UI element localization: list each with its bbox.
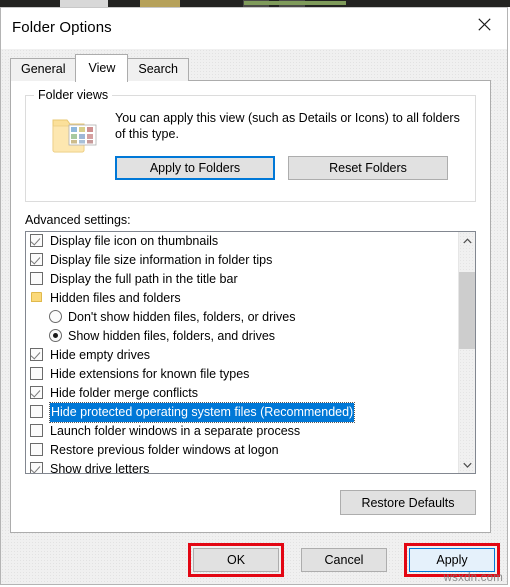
advanced-setting-label: Show hidden files, folders, and drives [68, 329, 276, 343]
desktop-chip [140, 0, 180, 7]
checkbox-unchecked-icon[interactable] [30, 272, 43, 285]
advanced-settings-scrollbar[interactable] [458, 232, 475, 473]
advanced-setting-label: Hide extensions for known file types [50, 367, 250, 381]
restore-defaults-button[interactable]: Restore Defaults [340, 490, 476, 515]
advanced-setting-label: Display file size information in folder … [50, 253, 273, 267]
checkbox-checked-icon[interactable] [30, 253, 43, 266]
advanced-setting-label: Restore previous folder windows at logon [50, 443, 279, 457]
watermark: wsxdn.com [443, 572, 503, 584]
advanced-settings-viewport: Display file icon on thumbnails Display f… [26, 232, 458, 473]
advanced-setting-label: Hide protected operating system files (R… [48, 402, 356, 423]
checkbox-checked-icon[interactable] [30, 234, 43, 247]
tab-strip: General View Search [10, 54, 189, 82]
advanced-setting-label: Hide empty drives [50, 348, 151, 362]
advanced-setting-row[interactable]: Hide extensions for known file types [26, 365, 458, 384]
desktop-background-strip [0, 0, 510, 7]
desktop-green-strip [244, 1, 346, 5]
close-icon[interactable] [461, 8, 507, 40]
advanced-setting-row[interactable]: Hide empty drives [26, 346, 458, 365]
ok-button[interactable]: OK [193, 548, 279, 572]
folder-thumbnails-icon [51, 114, 99, 159]
advanced-setting-row[interactable]: Hidden files and folders [26, 289, 458, 308]
folder-icon [31, 292, 42, 302]
dialog-client-area: General View Search Folder views You can… [1, 49, 507, 584]
advanced-setting-label: Hidden files and folders [50, 291, 181, 305]
tab-view[interactable]: View [75, 54, 129, 82]
advanced-setting-label: Display file icon on thumbnails [50, 234, 219, 248]
checkbox-unchecked-icon[interactable] [30, 443, 43, 456]
apply-to-folders-button[interactable]: Apply to Folders [115, 156, 275, 180]
cancel-button[interactable]: Cancel [301, 548, 387, 572]
desktop-chip [60, 0, 108, 7]
advanced-setting-row[interactable]: Show drive letters [26, 460, 458, 473]
tab-general[interactable]: General [10, 58, 77, 81]
checkbox-unchecked-icon[interactable] [30, 424, 43, 437]
advanced-settings-list[interactable]: Display file icon on thumbnails Display f… [25, 231, 476, 474]
advanced-setting-row[interactable]: Hide protected operating system files (R… [26, 402, 458, 423]
apply-button[interactable]: Apply [409, 548, 495, 572]
scrollbar-thumb[interactable] [459, 272, 475, 349]
checkbox-unchecked-icon[interactable] [30, 405, 43, 418]
advanced-setting-row[interactable]: Launch folder windows in a separate proc… [26, 422, 458, 441]
radio-unselected-icon[interactable] [49, 310, 62, 323]
advanced-setting-label: Don't show hidden files, folders, or dri… [68, 310, 296, 324]
advanced-setting-label: Display the full path in the title bar [50, 272, 238, 286]
advanced-settings-label: Advanced settings: [25, 213, 131, 227]
folder-views-group: Folder views You can apply this view (su… [25, 88, 476, 202]
chevron-down-icon[interactable] [459, 456, 475, 473]
folder-views-legend: Folder views [34, 88, 113, 102]
advanced-setting-row[interactable]: Display the full path in the title bar [26, 270, 458, 289]
view-tab-page: Folder views You can apply this view (su… [10, 80, 491, 533]
advanced-setting-row[interactable]: Hide folder merge conflicts [26, 384, 458, 403]
checkbox-checked-icon[interactable] [30, 386, 43, 399]
window-title: Folder Options [12, 19, 112, 36]
dialog-button-bar: OK Cancel Apply wsxdn.com [1, 535, 507, 584]
tab-search[interactable]: Search [127, 58, 189, 81]
checkbox-unchecked-icon[interactable] [30, 367, 43, 380]
folder-views-description: You can apply this view (such as Details… [115, 111, 460, 141]
checkbox-checked-icon[interactable] [30, 462, 43, 473]
advanced-setting-row[interactable]: Show hidden files, folders, and drives [26, 327, 458, 346]
advanced-setting-row[interactable]: Display file size information in folder … [26, 251, 458, 270]
title-bar: Folder Options [1, 8, 507, 49]
radio-selected-icon[interactable] [49, 329, 62, 342]
chevron-up-icon[interactable] [459, 232, 475, 249]
folder-options-dialog: Folder Options General View Search Folde… [0, 7, 508, 585]
advanced-setting-label: Hide folder merge conflicts [50, 386, 198, 400]
advanced-setting-label: Launch folder windows in a separate proc… [50, 424, 301, 438]
reset-folders-button[interactable]: Reset Folders [288, 156, 448, 180]
checkbox-checked-icon[interactable] [30, 348, 43, 361]
advanced-setting-row[interactable]: Display file icon on thumbnails [26, 232, 458, 251]
advanced-setting-row[interactable]: Don't show hidden files, folders, or dri… [26, 308, 458, 327]
advanced-setting-row[interactable]: Restore previous folder windows at logon [26, 441, 458, 460]
advanced-setting-label: Show drive letters [50, 462, 150, 473]
